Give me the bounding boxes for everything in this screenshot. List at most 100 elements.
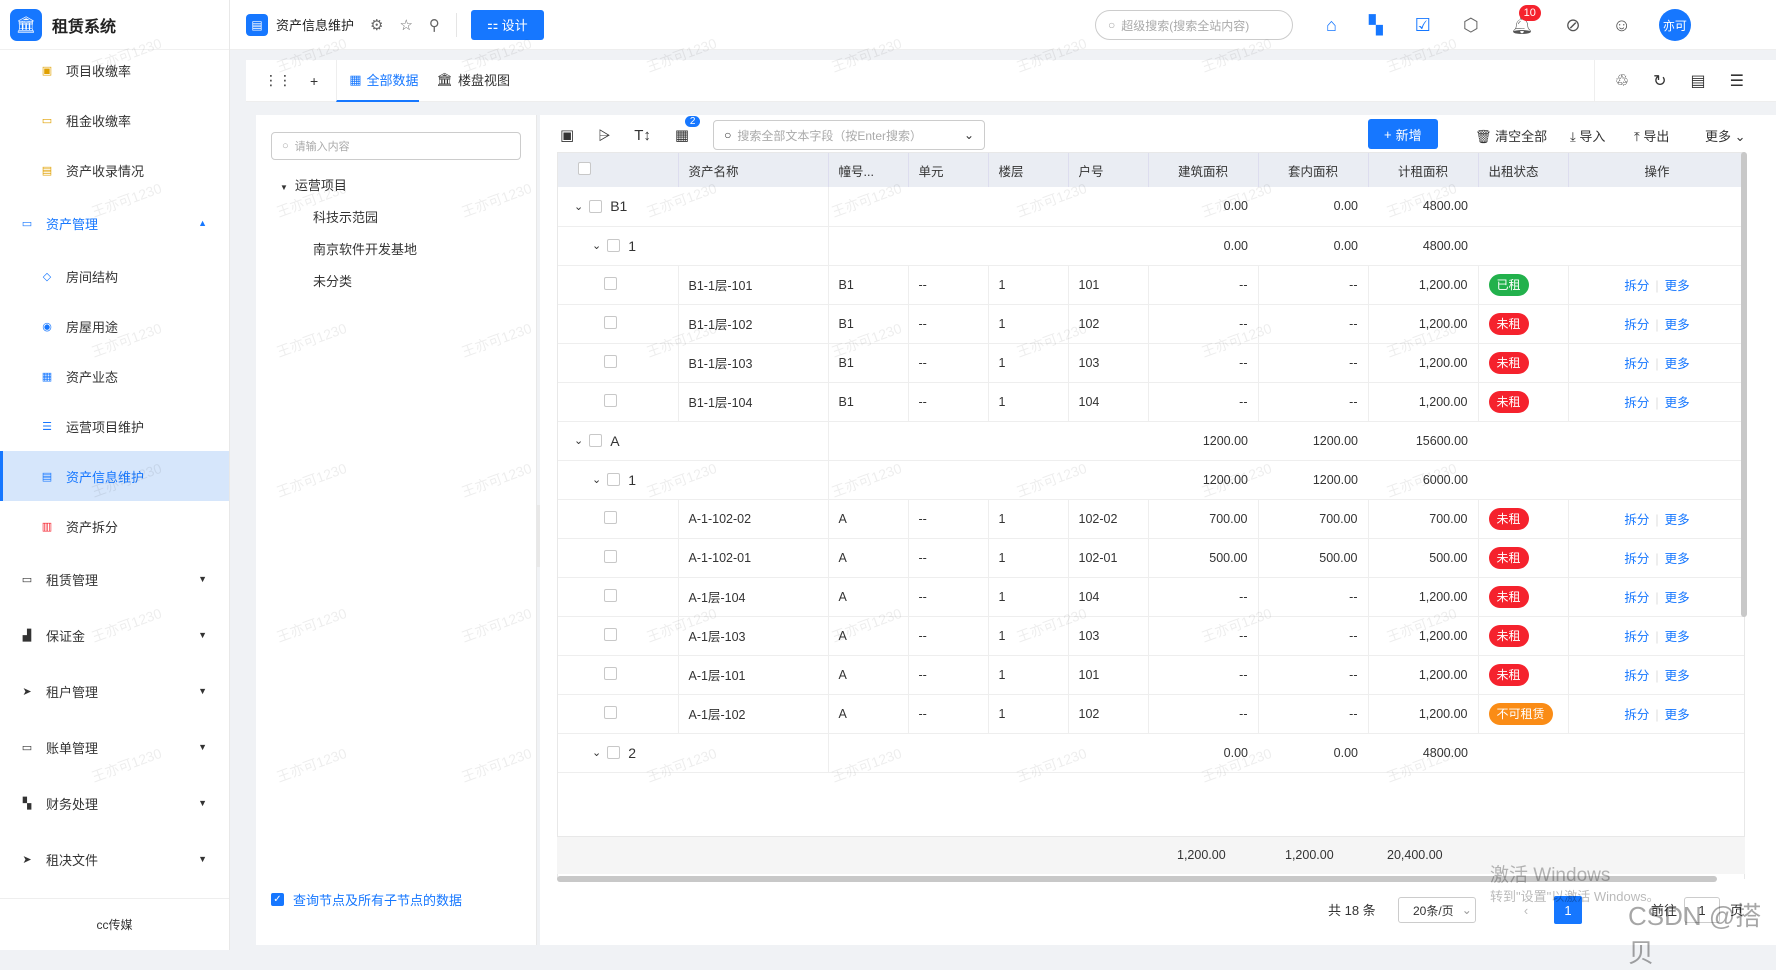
more-link[interactable]: 更多	[1665, 552, 1690, 566]
tree-node-root[interactable]: ▼ 运营项目	[280, 175, 347, 194]
split-link[interactable]: 拆分	[1624, 318, 1649, 332]
row-checkbox[interactable]	[607, 239, 621, 252]
split-link[interactable]: 拆分	[1624, 591, 1649, 605]
sidebar-item-finance[interactable]: ▚ 财务处理 ▼	[0, 775, 229, 831]
more-link[interactable]: 更多	[1665, 630, 1690, 644]
search-list-icon[interactable]: ☰	[1730, 71, 1744, 91]
sidebar-item-tenant[interactable]: ➤ 租户管理 ▼	[0, 663, 229, 719]
split-link[interactable]: 拆分	[1624, 279, 1649, 293]
chevron-down-icon[interactable]: ⌄	[574, 200, 583, 213]
include-children-checkbox[interactable]: ✓ 查询节点及所有子节点的数据	[271, 890, 462, 909]
row-checkbox[interactable]	[604, 393, 617, 407]
select-all-checkbox[interactable]	[578, 162, 591, 175]
sidebar-item-asset-split[interactable]: ▥ 资产拆分	[0, 501, 229, 551]
sidebar-item-ops-project[interactable]: ☰ 运营项目维护	[0, 401, 229, 451]
more-link[interactable]: 更多	[1665, 396, 1690, 410]
row-checkbox[interactable]	[589, 199, 603, 213]
chevron-down-icon[interactable]: ⌄	[592, 239, 601, 252]
split-link[interactable]: 拆分	[1624, 396, 1649, 410]
more-dropdown[interactable]: 更多 ⌄	[1705, 126, 1746, 145]
row-checkbox[interactable]	[589, 434, 603, 447]
sidebar-item-decision-file[interactable]: ➤ 租决文件 ▼	[0, 831, 229, 887]
column-header[interactable]: 出租状态	[1478, 153, 1569, 187]
row-checkbox[interactable]	[604, 705, 617, 719]
tab-all-data[interactable]: ▦ 全部数据	[336, 59, 419, 102]
drag-handle-icon[interactable]: ⋮⋮	[264, 72, 292, 89]
sidebar-item-project-collection[interactable]: ▣ 项目收缴率	[0, 45, 229, 95]
page-size-select[interactable]: 20条/页 ⌄	[1398, 897, 1476, 923]
sidebar-item-asset-record[interactable]: ▤ 资产收录情况	[0, 145, 229, 195]
filter-icon[interactable]: ⩥	[598, 127, 610, 144]
bell-icon[interactable]: 🔔︎ 10	[1511, 4, 1541, 36]
column-header[interactable]: 幢号...	[828, 153, 909, 187]
row-checkbox[interactable]	[604, 588, 617, 602]
refresh-icon[interactable]: ↻	[1653, 71, 1666, 91]
sidebar-item-rent-collection[interactable]: ▭ 租金收缴率	[0, 95, 229, 145]
layout-icon[interactable]: ▣	[560, 126, 574, 144]
split-link[interactable]: 拆分	[1624, 708, 1649, 722]
sidebar-item-deposit[interactable]: ▟ 保证金 ▼	[0, 607, 229, 663]
tab-building-view[interactable]: 🏛︎ 楼盘视图	[437, 60, 511, 102]
sidebar-item-asset-management[interactable]: ▭ 资产管理 ▲	[0, 195, 229, 251]
app-logo[interactable]: 🏛 租赁系统	[0, 0, 229, 50]
row-checkbox[interactable]	[604, 315, 617, 329]
column-header[interactable]: 套内面积	[1258, 153, 1369, 187]
sidebar-item-asset-info[interactable]: ▤ 资产信息维护	[0, 451, 229, 501]
more-link[interactable]: 更多	[1665, 279, 1690, 293]
more-link[interactable]: 更多	[1665, 591, 1690, 605]
chevron-down-icon[interactable]: ⌄	[574, 434, 583, 447]
tree-node[interactable]: 未分类	[313, 271, 352, 290]
compass-icon[interactable]: ⊘	[1565, 15, 1580, 36]
column-header[interactable]: 单元	[908, 153, 989, 187]
sidebar-item-asset-format[interactable]: ▦ 资产业态	[0, 351, 229, 401]
apps-icon[interactable]: ▚	[1369, 15, 1383, 36]
report-icon[interactable]: ▤	[1691, 71, 1706, 91]
sidebar-item-lease[interactable]: ▭ 租赁管理 ▼	[0, 551, 229, 607]
clear-all-button[interactable]: 🗑︎ 清空全部	[1475, 126, 1547, 145]
more-link[interactable]: 更多	[1665, 318, 1690, 332]
add-icon[interactable]: +	[310, 73, 318, 89]
row-checkbox[interactable]	[604, 276, 617, 290]
design-button[interactable]: ⚏ 设计	[470, 9, 544, 40]
calendar-icon[interactable]: ▦ 2	[675, 116, 701, 144]
avatar[interactable]: 亦可	[1658, 9, 1691, 41]
tree-search-input[interactable]: ○ 请输入内容	[271, 132, 521, 160]
row-checkbox[interactable]	[607, 746, 621, 759]
export-button[interactable]: ⤒ 导出	[1634, 126, 1669, 145]
task-icon[interactable]: ☑	[1415, 15, 1431, 36]
star-icon[interactable]: ☆	[399, 16, 412, 34]
more-link[interactable]: 更多	[1665, 357, 1690, 371]
support-icon[interactable]: ☺	[1613, 15, 1631, 36]
more-link[interactable]: 更多	[1665, 669, 1690, 683]
gear-icon[interactable]: ⚙	[370, 16, 383, 34]
global-search-input[interactable]: ○ 超级搜索(搜索全站内容)	[1095, 10, 1293, 40]
split-link[interactable]: 拆分	[1624, 630, 1649, 644]
chevron-down-icon[interactable]: ⌄	[592, 473, 601, 486]
sidebar-item-room-structure[interactable]: ◇ 房间结构	[0, 251, 229, 301]
split-link[interactable]: 拆分	[1624, 552, 1649, 566]
sidebar-item-house-usage[interactable]: ◉ 房屋用途	[0, 301, 229, 351]
split-link[interactable]: 拆分	[1624, 669, 1649, 683]
home-icon[interactable]: ⌂	[1326, 15, 1337, 36]
row-checkbox[interactable]	[604, 549, 617, 563]
column-header[interactable]: 资产名称	[678, 153, 829, 187]
import-button[interactable]: ⤓ 导入	[1570, 126, 1605, 145]
recycle-icon[interactable]: ♲	[1615, 71, 1629, 91]
column-header[interactable]: 楼层	[988, 153, 1069, 187]
link-icon[interactable]: ⚲	[429, 16, 440, 34]
row-checkbox[interactable]	[604, 510, 617, 524]
hexagon-icon[interactable]: ⬡	[1463, 15, 1479, 36]
row-checkbox[interactable]	[604, 666, 617, 680]
row-checkbox[interactable]	[604, 627, 617, 641]
sort-icon[interactable]: T↕	[634, 127, 651, 144]
vertical-scrollbar[interactable]	[1741, 152, 1747, 617]
tree-node[interactable]: 南京软件开发基地	[313, 239, 417, 258]
row-checkbox[interactable]	[607, 473, 621, 486]
add-button[interactable]: + 新增	[1368, 119, 1438, 149]
split-link[interactable]: 拆分	[1624, 513, 1649, 527]
column-header[interactable]: 操作	[1568, 153, 1744, 187]
chevron-down-icon[interactable]: ⌄	[592, 746, 601, 759]
tree-node[interactable]: 科技示范园	[313, 207, 378, 226]
row-checkbox[interactable]	[604, 354, 617, 368]
column-header[interactable]: 建筑面积	[1148, 153, 1259, 187]
